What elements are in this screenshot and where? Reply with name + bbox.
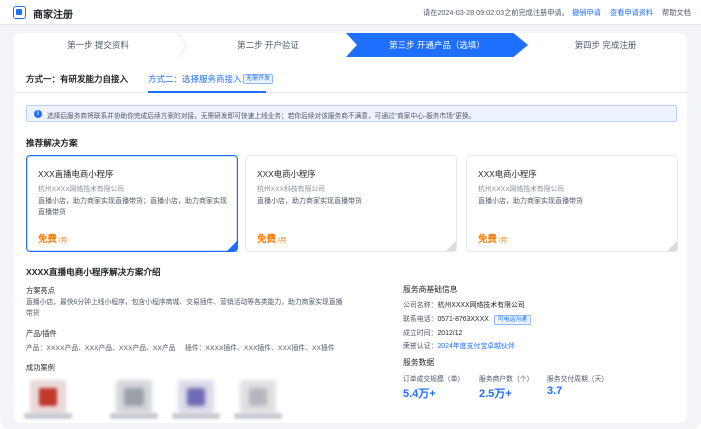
case-image xyxy=(116,380,152,414)
case-name-blurred xyxy=(172,413,220,419)
solution-company: 杭州XXX科技有限公司 xyxy=(257,186,325,193)
price-value: 免费 xyxy=(478,234,498,245)
stats-title: 服务数据 xyxy=(403,358,435,367)
active-tab-indicator xyxy=(148,91,266,93)
step-2-label: 第二步 开户验证 xyxy=(237,40,299,50)
solution-company: 杭州XXXX网络技术有限公司 xyxy=(478,186,565,193)
stat-delivery-value: 3.7 xyxy=(547,385,563,397)
company-value: 杭州XXXX网络技术有限公司 xyxy=(437,302,525,309)
help-docs-link[interactable]: 帮助文档 xyxy=(662,8,691,18)
step-4: 第四步 完成注册 xyxy=(524,33,687,57)
tab-self-integration[interactable]: 方式一：有研发能力自接入 xyxy=(26,73,128,85)
phone-key: 联系电话： xyxy=(403,316,438,323)
stat-delivery-label: 服务交付周期（天） xyxy=(547,376,609,383)
phone-value: 0571-8763XXXX xyxy=(437,316,489,323)
case-logo-2[interactable] xyxy=(110,380,158,420)
solution-card-2[interactable]: XXX电商小程序 杭州XXX科技有限公司 直播小店，助力商家实现直播带货 免费 /… xyxy=(245,155,457,252)
cancel-application-link[interactable]: 撤销申请 xyxy=(572,8,601,18)
provider-company: 公司名称：杭州XXXX网络技术有限公司 xyxy=(403,299,525,309)
detail-title: XXXX直播电商小程序解决方案介绍 xyxy=(26,267,161,277)
provider-since: 成立时间：2012/12 xyxy=(403,327,462,337)
step-2: 第二步 开户验证 xyxy=(184,33,352,57)
provider-title: 服务商基础信息 xyxy=(403,285,458,294)
case-name-blurred xyxy=(234,413,282,419)
no-dev-badge: 无需开发 xyxy=(243,74,274,84)
solution-desc: 直播小店，助力商家实现直播带货 xyxy=(478,198,583,205)
products-text: 产品：XXXX产品、XXX产品、XXX产品、XX产品 xyxy=(26,345,176,352)
price-unit: /月 xyxy=(59,237,68,244)
stat-orders-value: 5.4万+ xyxy=(403,388,436,400)
solution-company: 杭州XXXX网络技术有限公司 xyxy=(38,186,125,193)
stat-merchants-label: 服务商户数（个） xyxy=(479,376,534,383)
banner-text: 选择后服务商将联系并协助你完成后续方案的对接，无需研发即可快速上线业务；若你后续… xyxy=(47,113,476,120)
info-icon: i xyxy=(34,110,42,118)
app-window: 商家注册 请在2024-03-28 09:02:03之前完成注册申请。 撤销申请… xyxy=(0,0,701,429)
info-banner: i 选择后服务商将联系并协助你完成后续方案的对接，无需研发即可快速上线业务；若你… xyxy=(26,105,677,122)
solution-desc: 直播小店，助力商家实现直播带货；直播小店，助力商家实现直播带货 xyxy=(38,198,227,216)
step-1: 第一步 提交资料 xyxy=(14,33,182,57)
deadline-notice: 请在2024-03-28 09:02:03之前完成注册申请。 xyxy=(423,8,569,17)
price-value: 免费 xyxy=(38,234,58,245)
stat-orders-label: 订单成交规模（单） xyxy=(403,376,465,383)
case-name-blurred xyxy=(110,413,158,419)
case-logo-1[interactable] xyxy=(24,380,72,420)
step-1-label: 第一步 提交资料 xyxy=(67,40,129,50)
step-4-label: 第四步 完成注册 xyxy=(574,40,637,50)
corner-icon xyxy=(667,241,677,251)
solution-price: 免费/月 xyxy=(38,231,67,245)
solution-name: XXX电商小程序 xyxy=(478,169,537,179)
step-progress: 第一步 提交资料 第二步 开户验证 第三步 开通产品（选填） 第四步 完成注册 xyxy=(14,33,687,57)
case-image xyxy=(240,380,276,414)
view-application-link[interactable]: 查看申请资料 xyxy=(610,8,653,18)
step-3-active: 第三步 开通产品（选填） xyxy=(346,33,528,57)
cases-label: 成功案例 xyxy=(26,363,55,372)
solution-card-1[interactable]: XXX直播电商小程序 杭州XXXX网络技术有限公司 直播小店，助力商家实现直播带… xyxy=(26,155,238,252)
solution-name: XXX直播电商小程序 xyxy=(38,169,114,179)
phone-tag[interactable]: 可电话沟通 xyxy=(493,315,531,325)
case-logo-4[interactable] xyxy=(234,380,282,420)
case-image xyxy=(178,380,214,414)
app-title: 商家注册 xyxy=(33,10,73,21)
recommend-title: 推荐解决方案 xyxy=(26,138,78,148)
step-3-label: 第三步 开通产品（选填） xyxy=(389,40,485,50)
app-logo-icon xyxy=(13,6,26,19)
top-bar: 商家注册 请在2024-03-28 09:02:03之前完成注册申请。 撤销申请… xyxy=(0,0,701,25)
highlights-text: 直播小店，最快5分钟上线小程序，包含小程序商城、交易插件、营销活动等各类能力，助… xyxy=(26,299,343,317)
price-unit: /月 xyxy=(499,237,508,244)
since-value: 2012/12 xyxy=(437,330,463,337)
company-key: 公司名称： xyxy=(403,302,438,309)
selected-corner-icon xyxy=(227,241,237,251)
solution-card-3[interactable]: XXX电商小程序 杭州XXXX网络技术有限公司 直播小店，助力商家实现直播带货 … xyxy=(466,155,678,252)
price-unit: /月 xyxy=(278,237,287,244)
price-value: 免费 xyxy=(257,234,277,245)
solution-price: 免费/月 xyxy=(257,231,286,245)
since-key: 成立时间： xyxy=(403,330,438,337)
solution-name: XXX电商小程序 xyxy=(257,169,316,179)
case-image xyxy=(30,380,66,414)
highlights-label: 方案亮点 xyxy=(26,286,55,295)
case-logo-3[interactable] xyxy=(172,380,220,420)
honor-link[interactable]: 2024年度支付宝卓越伙伴 xyxy=(437,343,514,350)
provider-phone: 联系电话：0571-8763XXXX 可电话沟通 xyxy=(403,313,531,325)
case-name-blurred xyxy=(24,413,72,419)
honor-key: 荣誉认证： xyxy=(403,343,438,350)
provider-honor: 荣誉认证：2024年度支付宝卓越伙伴 xyxy=(403,340,515,350)
stat-merchants-value: 2.5万+ xyxy=(479,388,512,400)
products-label: 产品/插件 xyxy=(26,329,57,338)
plugins-text: 插件：XXXX插件、XXX插件、XXX插件、XX插件 xyxy=(185,345,335,352)
solution-price: 免费/月 xyxy=(478,231,507,245)
solution-desc: 直播小店，助力商家实现直播带货 xyxy=(257,198,362,205)
corner-icon xyxy=(446,241,456,251)
registration-card: 第一步 提交资料 第二步 开户验证 第三步 开通产品（选填） 第四步 完成注册 … xyxy=(14,33,687,423)
integration-tabs: 方式一：有研发能力自接入 方式二：选择服务商接入 无需开发 xyxy=(14,63,687,93)
tab-service-provider[interactable]: 方式二：选择服务商接入 xyxy=(148,73,242,85)
